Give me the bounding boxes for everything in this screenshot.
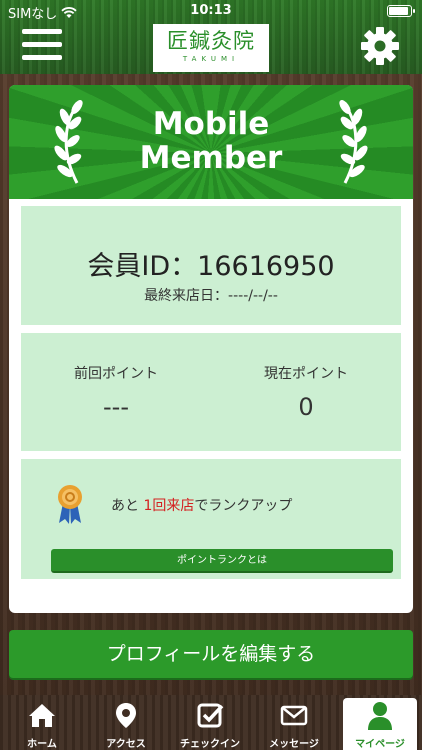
member-id-panel: 会員ID：16616950 最終来店日：----/--/-- [21,206,401,325]
tab-access-label: アクセス [106,739,146,750]
previous-points-value: --- [103,393,129,421]
hamburger-icon [22,29,62,34]
home-icon [29,704,55,727]
member-card: Mobile Member 会員ID：16616950 最終来店日：----/-… [9,85,413,613]
current-points-value: 0 [298,393,314,421]
map-pin-icon [116,703,136,728]
previous-points: 前回ポイント --- [21,363,211,421]
member-banner: Mobile Member [9,85,413,199]
app-header: SIMなし 10:13 匠鍼灸院 TAKUMI [0,0,422,74]
settings-button[interactable] [360,26,400,66]
tab-bar: ホーム アクセス チェックイン メッセージ マイページ [0,695,422,750]
tab-access[interactable]: アクセス [84,695,168,750]
current-points-label: 現在ポイント [264,366,348,382]
rank-panel: あと 1回来店でランクアップ ポイントランクとは [21,459,401,579]
logo-subtitle: TAKUMI [182,55,240,63]
tab-checkin-label: チェックイン [180,739,240,750]
gear-icon [361,27,399,65]
menu-button[interactable] [22,29,62,63]
user-icon [368,702,392,730]
hamburger-line [22,42,62,47]
battery-icon [387,5,415,17]
tab-message-label: メッセージ [269,739,319,750]
tab-checkin[interactable]: チェックイン [168,695,252,750]
tab-home[interactable]: ホーム [0,695,84,750]
rank-visits-remaining: 1回来店 [143,498,195,514]
medal-icon [58,485,82,524]
previous-points-label: 前回ポイント [74,366,158,382]
hamburger-line [22,55,62,60]
point-rank-info-button[interactable]: ポイントランクとは [51,549,393,573]
status-time: 10:13 [190,3,232,18]
tab-home-label: ホーム [27,739,57,750]
tab-mypage-label: マイページ [355,739,405,750]
edit-profile-button[interactable]: プロフィールを編集する [9,630,413,678]
clinic-logo: 匠鍼灸院 TAKUMI [153,24,269,72]
tab-message[interactable]: メッセージ [252,695,336,750]
member-id: 会員ID：16616950 [87,251,335,282]
points-panel: 前回ポイント --- 現在ポイント 0 [21,333,401,451]
rank-prefix: あと [111,498,144,514]
mail-icon [280,705,308,726]
tab-mypage[interactable]: マイページ [343,698,417,750]
current-points: 現在ポイント 0 [211,363,401,421]
rank-up-message: あと 1回来店でランクアップ [111,495,292,515]
status-bar: SIMなし 10:13 [0,0,422,22]
last-visit-date: 最終来店日：----/--/-- [144,288,278,304]
checkin-icon [197,703,224,728]
laurel-icon [339,99,368,184]
logo-kanji: 匠鍼灸院 [167,29,255,53]
rank-suffix: でランクアップ [194,498,293,514]
